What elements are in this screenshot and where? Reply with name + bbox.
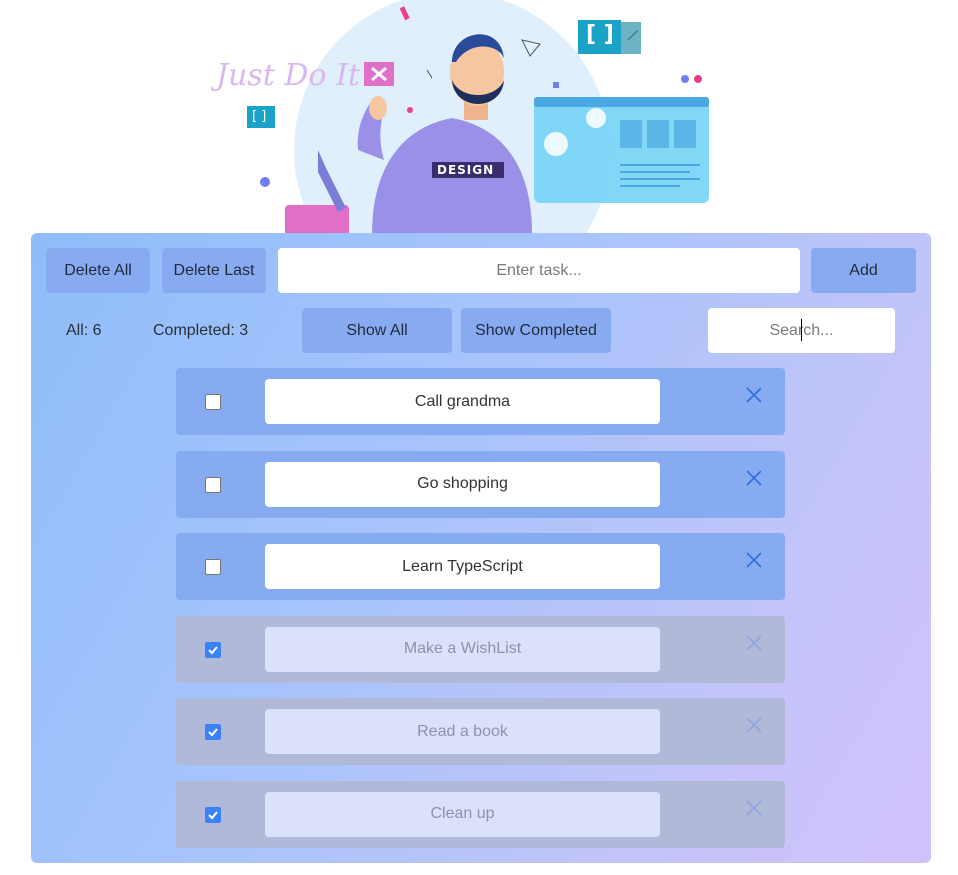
task-item: Learn TypeScript [176, 533, 785, 600]
close-icon [746, 469, 762, 486]
add-button[interactable]: Add [811, 248, 916, 293]
all-count: All: 6 [66, 322, 102, 339]
delete-last-button[interactable]: Delete Last [162, 248, 266, 293]
bracket-label: [ ] [586, 22, 614, 47]
close-icon [746, 387, 762, 403]
delete-task-button[interactable] [745, 551, 763, 569]
task-text[interactable]: Call grandma [265, 379, 660, 424]
close-icon [746, 799, 762, 816]
delete-task-button[interactable] [745, 716, 763, 734]
hero-illustration: Just Do It DESIGN [ ] [ ] [0, 0, 958, 234]
task-checkbox[interactable] [205, 641, 221, 658]
task-list: Call grandma Go shopping Learn TypeScrip… [176, 368, 785, 863]
delete-all-button[interactable]: Delete All [46, 248, 150, 293]
text-caret [801, 319, 802, 341]
task-item-completed: Read a book [176, 698, 785, 765]
task-checkbox[interactable] [205, 476, 221, 493]
delete-task-button[interactable] [745, 799, 763, 817]
show-completed-button[interactable]: Show Completed [461, 308, 611, 353]
delete-task-button[interactable] [745, 386, 763, 404]
check-icon [208, 645, 218, 654]
close-icon [746, 717, 762, 733]
task-input[interactable] [278, 248, 800, 293]
close-icon [746, 634, 762, 651]
task-checkbox[interactable] [205, 559, 221, 575]
task-text[interactable]: Make a WishList [265, 626, 660, 672]
task-checkbox[interactable] [205, 806, 221, 823]
task-text[interactable]: Go shopping [265, 461, 660, 507]
check-icon [208, 810, 218, 819]
bracket-label-small: [ ] [252, 109, 267, 124]
shirt-text: DESIGN [437, 163, 495, 177]
delete-task-button[interactable] [745, 469, 763, 487]
task-text[interactable]: Clean up [265, 791, 660, 837]
task-checkbox[interactable] [205, 394, 221, 410]
slogan-text: Just Do It [216, 58, 360, 93]
task-item-completed: Make a WishList [176, 615, 785, 683]
task-text[interactable]: Learn TypeScript [265, 544, 660, 589]
task-item: Go shopping [176, 450, 785, 518]
close-icon [746, 552, 762, 568]
task-checkbox[interactable] [205, 724, 221, 740]
check-icon [208, 728, 218, 737]
delete-task-button[interactable] [745, 634, 763, 652]
completed-count: Completed: 3 [153, 322, 249, 339]
task-item-completed: Clean up [176, 780, 785, 848]
show-all-button[interactable]: Show All [302, 308, 452, 353]
task-text[interactable]: Read a book [265, 709, 660, 754]
task-item: Call grandma [176, 368, 785, 435]
